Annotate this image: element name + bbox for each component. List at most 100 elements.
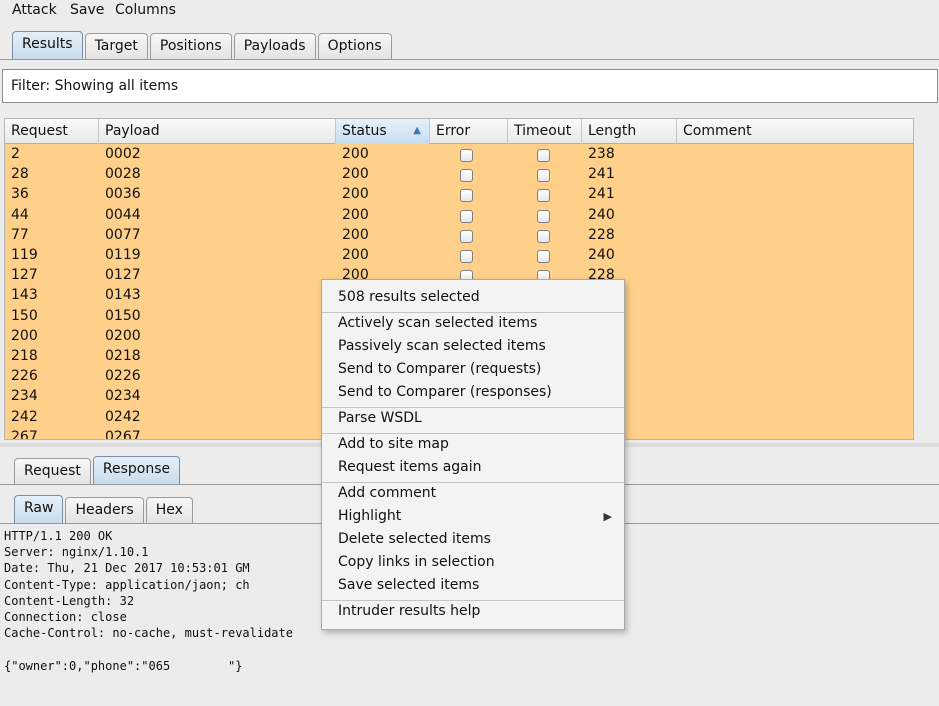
- column-header-error[interactable]: Error: [430, 119, 508, 144]
- menu-save[interactable]: Save: [70, 2, 104, 18]
- menu-item-add-to-site-map[interactable]: Add to site map: [322, 434, 624, 456]
- response-line: {"owner":0,"phone":"065 "}: [4, 658, 243, 673]
- cell-status: 200: [342, 206, 369, 223]
- message-tab-bar: Request Response: [14, 456, 182, 484]
- tab-positions[interactable]: Positions: [149, 33, 232, 59]
- cell-length: 241: [588, 166, 615, 183]
- cell-status: 200: [342, 166, 369, 183]
- timeout-checkbox[interactable]: [537, 169, 550, 183]
- sort-ascending-icon: ▲: [413, 125, 421, 136]
- cell-request: 143: [11, 287, 38, 304]
- cell-request: 234: [11, 388, 38, 405]
- menu-item-label: Request items again: [338, 459, 482, 475]
- menu-item-label: Intruder results help: [338, 603, 481, 619]
- menu-item-label: Add comment: [338, 485, 437, 501]
- filter-bar[interactable]: Filter: Showing all items: [2, 69, 938, 103]
- menu-item-copy-links-in-selection[interactable]: Copy links in selection: [322, 552, 624, 574]
- tab-request[interactable]: Request: [14, 458, 91, 484]
- top-tab-bar: Results Target Positions Payloads Option…: [12, 31, 394, 59]
- column-header-timeout[interactable]: Timeout: [508, 119, 582, 144]
- tab-payloads[interactable]: Payloads: [233, 33, 316, 59]
- menu-item-highlight[interactable]: Highlight ▶: [322, 506, 624, 528]
- cell-request: 36: [11, 186, 29, 203]
- menu-item-request-items-again[interactable]: Request items again: [322, 457, 624, 479]
- column-header-length[interactable]: Length: [582, 119, 677, 144]
- tab-response[interactable]: Response: [92, 456, 181, 484]
- column-header-comment[interactable]: Comment: [677, 119, 913, 144]
- tab-divider: [0, 59, 939, 60]
- error-checkbox[interactable]: [460, 149, 473, 162]
- cell-payload: 0127: [105, 267, 141, 284]
- menu-item-label: Send to Comparer (responses): [338, 384, 552, 400]
- error-checkbox[interactable]: [460, 250, 473, 263]
- column-header-status-label: Status: [342, 123, 387, 139]
- tab-options[interactable]: Options: [317, 33, 392, 59]
- tab-headers[interactable]: Headers: [65, 497, 144, 523]
- cell-request: 267: [11, 428, 38, 440]
- timeout-checkbox[interactable]: [537, 209, 550, 223]
- cell-payload: 0002: [105, 146, 141, 162]
- timeout-checkbox[interactable]: [537, 250, 550, 263]
- cell-payload: 0150: [105, 307, 141, 324]
- menu-item-label: Save selected items: [338, 577, 480, 593]
- timeout-checkbox[interactable]: [537, 189, 550, 203]
- tab-raw[interactable]: Raw: [14, 495, 64, 523]
- cell-payload: 0200: [105, 327, 141, 344]
- table-row[interactable]: 119 0119 200 240: [5, 246, 913, 266]
- cell-length: 241: [588, 186, 615, 203]
- table-header: Request Payload Status ▲ Error Timeout L…: [5, 119, 913, 144]
- menu-item-save-selected-items[interactable]: Save selected items: [322, 575, 624, 597]
- cell-payload: 0028: [105, 166, 141, 183]
- error-checkbox[interactable]: [460, 169, 473, 183]
- menu-item-delete-selected-items[interactable]: Delete selected items: [322, 529, 624, 551]
- cell-length: 240: [588, 247, 615, 263]
- cell-status: 200: [342, 226, 369, 243]
- timeout-checkbox[interactable]: [537, 149, 550, 162]
- menu-item-passively-scan-selected-items[interactable]: Passively scan selected items: [322, 336, 624, 358]
- menu-item-actively-scan-selected-items[interactable]: Actively scan selected items: [322, 313, 624, 335]
- menu-bar: Attack Save Columns: [0, 0, 939, 24]
- menu-item-label: Actively scan selected items: [338, 315, 538, 331]
- table-row[interactable]: 44 0044 200 240: [5, 206, 913, 226]
- menu-item-intruder-results-help[interactable]: Intruder results help: [322, 601, 624, 623]
- cell-payload: 0044: [105, 206, 141, 223]
- cell-status: 200: [342, 146, 369, 162]
- error-checkbox[interactable]: [460, 229, 473, 243]
- tab-hex[interactable]: Hex: [145, 497, 193, 523]
- tab-target[interactable]: Target: [84, 33, 148, 59]
- timeout-checkbox[interactable]: [537, 229, 550, 243]
- menu-item-label: Send to Comparer (requests): [338, 361, 542, 377]
- cell-payload: 0234: [105, 388, 141, 405]
- table-row[interactable]: 36 0036 200 241: [5, 185, 913, 205]
- column-header-status[interactable]: Status ▲: [336, 119, 430, 144]
- cell-request: 2: [11, 146, 20, 162]
- menu-attack[interactable]: Attack: [12, 2, 57, 18]
- error-checkbox[interactable]: [460, 209, 473, 223]
- cell-request: 44: [11, 206, 29, 223]
- menu-item-label: Highlight: [338, 508, 402, 524]
- tab-results[interactable]: Results: [12, 31, 83, 59]
- menu-item-send-to-comparer-responses[interactable]: Send to Comparer (responses): [322, 382, 624, 404]
- menu-item-label: Add to site map: [338, 436, 449, 452]
- menu-item-send-to-comparer-requests[interactable]: Send to Comparer (requests): [322, 359, 624, 381]
- cell-request: 218: [11, 348, 38, 364]
- cell-payload: 0242: [105, 408, 141, 425]
- table-row[interactable]: 28 0028 200 241: [5, 165, 913, 185]
- cell-request: 200: [11, 327, 38, 344]
- cell-payload: 0267: [105, 428, 141, 440]
- column-header-request[interactable]: Request: [5, 119, 99, 144]
- menu-item-label: Delete selected items: [338, 531, 491, 547]
- table-row[interactable]: 2 0002 200 238: [5, 145, 913, 165]
- menu-item-parse-wsdl[interactable]: Parse WSDL: [322, 408, 624, 430]
- error-checkbox[interactable]: [460, 189, 473, 203]
- menu-item-add-comment[interactable]: Add comment: [322, 483, 624, 505]
- cell-request: 119: [11, 247, 38, 263]
- context-menu: 508 results selected Actively scan selec…: [321, 279, 625, 630]
- column-header-payload[interactable]: Payload: [99, 119, 336, 144]
- cell-request: 150: [11, 307, 38, 324]
- cell-length: 228: [588, 226, 615, 243]
- menu-columns[interactable]: Columns: [115, 2, 176, 18]
- menu-item-label: Parse WSDL: [338, 410, 422, 426]
- response-line: [4, 641, 934, 657]
- table-row[interactable]: 77 0077 200 228: [5, 226, 913, 246]
